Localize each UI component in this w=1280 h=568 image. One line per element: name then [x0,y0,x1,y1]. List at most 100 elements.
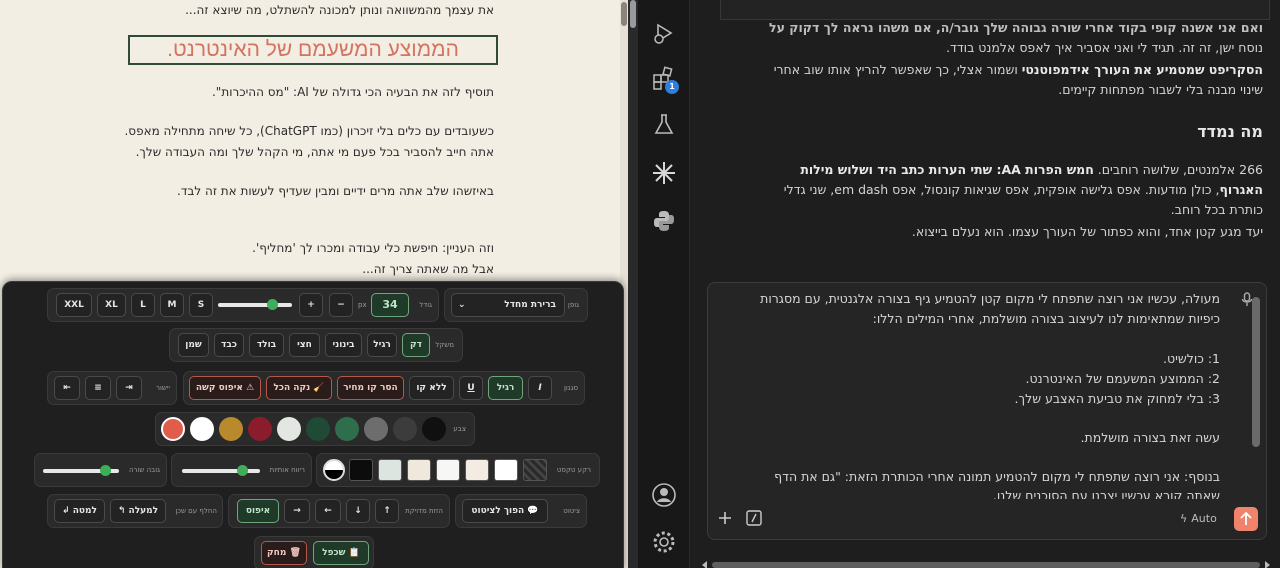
size-input[interactable]: 34 [371,293,409,317]
size-slider-knob[interactable] [267,299,279,310]
color-swatch[interactable] [161,417,185,441]
duplicate-button[interactable]: 📋 שכפל [313,541,369,565]
underline-button[interactable]: U [459,376,483,400]
weight-black-button[interactable]: שמן [178,333,209,357]
size-slider[interactable] [218,299,292,311]
size-plus-button[interactable]: + [299,293,323,317]
account-icon[interactable] [651,482,677,508]
text-bg-swatch[interactable] [407,459,431,481]
color-swatch[interactable] [335,417,359,441]
input-line: בנוסף: אני רוצה שתפתח לי מקום להטמיע תמו… [774,469,1220,484]
quote-group: ציטוט 💬 הפוך לציטוט [455,494,587,528]
chat-input[interactable]: מעולה, עכשיו אני רוצה שתפתח לי מקום קטן … [707,282,1267,540]
make-quote-button[interactable]: 💬 הפוך לציטוט [462,499,548,523]
doc-scroll-thumb[interactable] [621,2,627,26]
no-line-button[interactable]: ללא קו [409,376,454,400]
delete-button[interactable]: 🗑 מחק [261,541,307,565]
nudge-left-button[interactable]: ← [315,499,341,523]
weight-bold-button[interactable]: בולד [249,333,284,357]
broom-icon: 🧹 [313,383,325,393]
color-swatch[interactable] [364,417,388,441]
text-bg-swatch[interactable] [349,459,373,481]
swap-label: החלף עם שכן [175,507,217,515]
chat-measure-line: האגרוף, כולן מודעות. אפס גלישה אופקית, א… [784,182,1263,197]
size-s-button[interactable]: S [189,293,213,317]
text-bg-contrast-icon[interactable] [323,459,345,481]
chat-scrollbar[interactable] [1270,0,1280,555]
size-m-button[interactable]: M [160,293,184,317]
doc-line: אתה חייב להסביר בכל פעם מי אתה, מי הקהל … [135,145,494,159]
clean-all-button[interactable]: 🧹 נקה הכל [266,376,332,400]
weight-regular-button[interactable]: רגיל [367,333,397,357]
text-bg-none-swatch[interactable] [523,459,547,481]
input-line: כיפיות שמתאימות לנו לעיצוב בצורה מושלמת,… [872,311,1220,326]
align-right-button[interactable]: ⇥ [116,376,142,400]
size-xxl-button[interactable]: XXL [56,293,92,317]
add-icon[interactable] [717,510,733,526]
extensions-icon[interactable]: 1 [651,66,679,94]
swap-down-button[interactable]: למטה ↲ [54,499,105,523]
chat-measure-line: יעד מגע קטן אחד, והוא כפתור של העורך עצמ… [911,224,1263,239]
align-left-button[interactable]: ⇤ [54,376,80,400]
weight-heavy-button[interactable]: כבד [214,333,244,357]
send-button[interactable] [1234,507,1258,531]
input-toolbar: ϟ Auto [708,499,1266,539]
color-swatch[interactable] [248,417,272,441]
italic-button[interactable]: I [528,376,552,400]
python-icon[interactable] [651,208,677,234]
slash-command-icon[interactable] [746,510,762,526]
color-swatch[interactable] [306,417,330,441]
nudge-down-button[interactable]: ↓ [346,499,370,523]
text-bg-swatch[interactable] [378,459,402,481]
size-label: גודל [419,301,432,309]
arrow-up-icon: ↰ [117,506,126,516]
testing-flask-icon[interactable] [651,112,677,138]
weight-thin-button[interactable]: דק [402,333,430,357]
divider-scroll-thumb[interactable] [630,0,636,28]
size-minus-button[interactable]: − [329,293,353,317]
delete-label: מחק [267,548,287,558]
text-bg-swatch[interactable] [465,459,489,481]
letter-spacing-slider[interactable] [182,465,260,477]
style-label: סגנון [563,384,578,392]
run-debug-icon[interactable] [651,20,677,46]
pane-divider[interactable] [628,0,638,568]
text-bg-swatch[interactable] [436,459,460,481]
size-l-button[interactable]: L [131,293,155,317]
color-swatch[interactable] [190,417,214,441]
hard-reset-button[interactable]: ⚠ איפוס קשה [189,376,261,400]
chat-horizontal-scrollbar[interactable] [702,555,1270,568]
chat-measure-line: כותרת בכל רוחב. [1170,202,1263,217]
auto-mode-button[interactable]: ϟ Auto [1180,510,1230,528]
weight-medium-button[interactable]: בינוני [325,333,362,357]
text-bg-swatch[interactable] [494,459,518,481]
line-height-slider[interactable] [43,465,119,477]
remove-strike-button[interactable]: הסר קו מחיר [337,376,404,400]
size-xl-button[interactable]: XL [97,293,126,317]
align-center-button[interactable]: ≡ [85,376,111,400]
color-swatch[interactable] [422,417,446,441]
input-line: מעולה, עכשיו אני רוצה שתפתח לי מקום קטן … [760,291,1220,306]
measure-1b: חמש הפרות AA: שתי הערות כתב היד ושלוש מי… [800,162,1094,177]
doc-heading-selected[interactable]: הממוצע המשעמם של האינטרנט. [128,35,498,65]
swap-up-button[interactable]: למעלה ↰ [110,499,166,523]
weight-semibold-button[interactable]: חצי [289,333,320,357]
color-swatch[interactable] [219,417,243,441]
input-scrollbar[interactable] [1252,297,1260,447]
line-height-knob[interactable] [100,465,112,476]
spark-icon[interactable] [651,160,677,186]
font-select[interactable]: ⌄ ברירת מחדל [451,293,565,317]
color-swatch[interactable] [393,417,417,441]
nudge-up-button[interactable]: ↑ [375,499,399,523]
chat-top-line: ואם אני אשנה קופי בקוד אחרי שורה גבוהה ש… [769,20,1263,35]
speech-bubble-icon: 💬 [527,506,539,516]
regular-style-button[interactable]: רגיל [488,376,523,400]
nudge-right-button[interactable]: → [284,499,310,523]
measure-2a: האגרוף [1219,182,1263,197]
letter-spacing-knob[interactable] [236,465,248,476]
settings-gear-icon[interactable] [651,529,677,555]
line-height-group: גובה שורה [34,453,167,487]
doc-line: אבל מה שאתה צריך זה... [362,262,494,276]
color-swatch[interactable] [277,417,301,441]
nudge-reset-button[interactable]: איפוס [237,499,279,523]
